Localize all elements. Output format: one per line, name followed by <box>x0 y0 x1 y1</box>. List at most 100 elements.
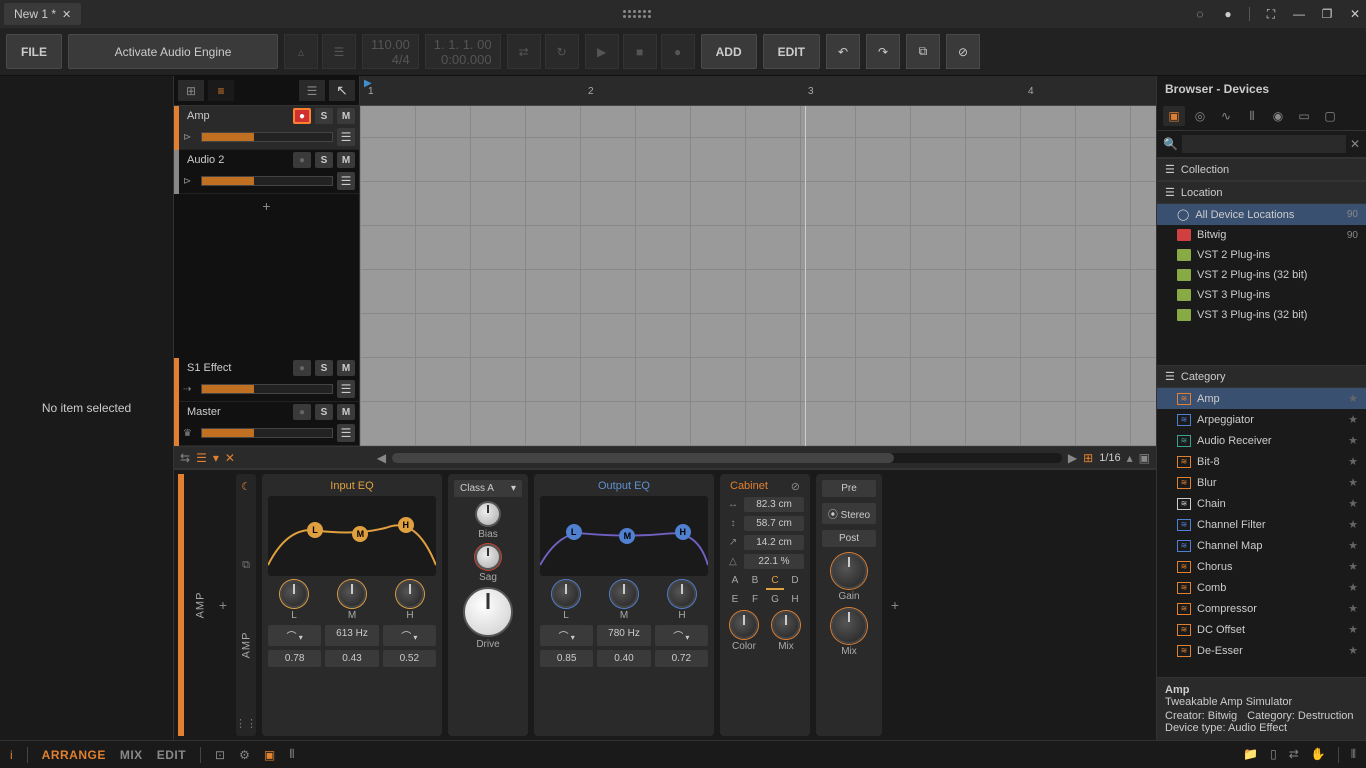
device-item[interactable]: ≋Chain★ <box>1157 493 1366 514</box>
eq-node-low[interactable]: L <box>307 522 323 538</box>
add-button[interactable]: ADD <box>701 34 757 69</box>
position-readout[interactable]: 1. 1. 1. 00 0:00.000 <box>425 34 501 69</box>
input-eq-low-val[interactable]: 0.78 <box>268 650 321 667</box>
collapse-icon[interactable]: ▾ <box>213 451 219 465</box>
input-eq-mid-knob[interactable] <box>338 580 366 608</box>
delete-icon[interactable]: ⊘ <box>946 34 980 69</box>
project-tab[interactable]: New 1 * ✕ <box>4 3 81 25</box>
output-eq-low-knob[interactable] <box>552 580 580 608</box>
cab-c[interactable]: C <box>766 573 784 590</box>
panel-toggle-1[interactable]: ⊡ <box>215 748 225 762</box>
solo-button[interactable]: S <box>315 404 333 420</box>
cab-g[interactable]: G <box>766 592 784 607</box>
minimize-icon[interactable]: — <box>1292 7 1306 21</box>
stop-icon[interactable]: ■ <box>623 34 657 69</box>
cab-a[interactable]: A <box>726 573 744 590</box>
close-window-icon[interactable]: ✕ <box>1348 7 1362 21</box>
amp-class-select[interactable]: Class A▾ <box>454 480 522 497</box>
input-eq-graph[interactable]: L M H <box>268 496 436 576</box>
output-eq-high-val[interactable]: 0.72 <box>655 650 708 667</box>
browser-tab-packages[interactable]: ▢ <box>1319 106 1341 126</box>
category-section[interactable]: ☰Category <box>1157 365 1366 388</box>
device-item[interactable]: ≋De-Esser★ <box>1157 640 1366 661</box>
eq-node-mid[interactable]: M <box>619 528 635 544</box>
undo-icon[interactable]: ↶ <box>826 34 860 69</box>
zoom-up-icon[interactable]: ▴ <box>1127 451 1133 465</box>
footer-page-icon[interactable]: ▯ <box>1270 747 1277 763</box>
favorite-icon[interactable]: ★ <box>1348 413 1358 426</box>
close-tab-icon[interactable]: ✕ <box>62 8 71 21</box>
redo-icon[interactable]: ↷ <box>866 34 900 69</box>
fullscreen-icon[interactable]: ⛶ <box>1264 7 1278 21</box>
metronome-icon[interactable]: ▵ <box>284 34 318 69</box>
maximize-icon[interactable]: ❐ <box>1320 7 1334 21</box>
add-device-left[interactable]: + <box>216 474 230 736</box>
mute-button[interactable]: M <box>337 404 355 420</box>
edit-button[interactable]: EDIT <box>763 34 820 69</box>
volume-slider[interactable] <box>201 428 333 438</box>
cab-depth[interactable]: 14.2 cm <box>744 535 804 550</box>
sag-knob[interactable] <box>475 544 501 570</box>
loop-marker[interactable] <box>805 106 806 446</box>
favorite-icon[interactable]: ★ <box>1348 455 1358 468</box>
timeline-grid[interactable] <box>360 106 1156 446</box>
favorite-icon[interactable]: ★ <box>1348 623 1358 636</box>
location-vst2[interactable]: VST 2 Plug-ins <box>1157 245 1366 265</box>
mute-button[interactable]: M <box>337 360 355 376</box>
tempo-readout[interactable]: 110.00 4/4 <box>362 34 419 69</box>
search-input[interactable] <box>1182 135 1346 153</box>
zoom-tool-icon[interactable]: ⊞ <box>1083 451 1093 465</box>
favorite-icon[interactable]: ★ <box>1348 497 1358 510</box>
activate-engine-button[interactable]: Activate Audio Engine <box>68 34 278 69</box>
location-vst3-32[interactable]: VST 3 Plug-ins (32 bit) <box>1157 305 1366 325</box>
device-power-icon[interactable]: ☾ <box>241 480 251 493</box>
stereo-button[interactable]: ⦿ Stereo <box>822 503 876 524</box>
location-section[interactable]: ☰Location <box>1157 181 1366 204</box>
input-eq-high-knob[interactable] <box>396 580 424 608</box>
eq-node-mid[interactable]: M <box>352 526 368 542</box>
location-vst3[interactable]: VST 3 Plug-ins <box>1157 285 1366 305</box>
output-eq-mid-val[interactable]: 0.40 <box>597 650 650 667</box>
browser-tab-music[interactable]: ◉ <box>1267 106 1289 126</box>
scroll-right-icon[interactable]: ▶ <box>1068 451 1077 465</box>
volume-slider[interactable] <box>201 384 333 394</box>
device-item[interactable]: ≋Channel Map★ <box>1157 535 1366 556</box>
output-eq-low-val[interactable]: 0.85 <box>540 650 593 667</box>
footer-mappings-icon[interactable]: ⇄ <box>1289 747 1299 763</box>
record-arm-button[interactable]: ● <box>293 360 311 376</box>
h-scrollbar[interactable] <box>392 453 1062 463</box>
clip-launcher-tab[interactable]: ⊞ <box>178 80 204 101</box>
edit-tab[interactable]: EDIT <box>157 748 186 762</box>
solo-button[interactable]: S <box>315 360 333 376</box>
cab-color-knob[interactable] <box>730 611 758 639</box>
pre-button[interactable]: Pre <box>822 480 876 497</box>
eq-node-high[interactable]: H <box>398 517 414 533</box>
panel-toggle-icon[interactable]: ▣ <box>1139 451 1150 465</box>
play-icon[interactable]: ▶ <box>585 34 619 69</box>
browser-tab-presets[interactable]: ◎ <box>1189 106 1211 126</box>
post-button[interactable]: Post <box>822 530 876 547</box>
track-master[interactable]: Master ● S M ♛ ☰ <box>179 402 359 446</box>
device-item[interactable]: ≋Arpeggiator★ <box>1157 409 1366 430</box>
prelisten-icon[interactable]: ☰ <box>322 34 356 69</box>
volume-slider[interactable] <box>201 132 333 142</box>
record-arm-button[interactable]: ● <box>293 404 311 420</box>
device-item[interactable]: ≋Amp★ <box>1157 388 1366 409</box>
input-eq-mid-val[interactable]: 0.43 <box>325 650 378 667</box>
automation-read-icon[interactable]: ↻ <box>545 34 579 69</box>
drive-knob[interactable] <box>463 587 513 637</box>
gain-knob[interactable] <box>831 553 867 589</box>
scroll-left-icon[interactable]: ◀ <box>377 451 386 465</box>
collection-section[interactable]: ☰Collection <box>1157 158 1366 181</box>
device-item[interactable]: ≋Audio Receiver★ <box>1157 430 1366 451</box>
record-arm-button[interactable]: ● <box>293 108 311 124</box>
favorite-icon[interactable]: ★ <box>1348 560 1358 573</box>
device-preset-icon[interactable]: ⧉ <box>242 559 250 572</box>
input-eq-low-knob[interactable] <box>280 580 308 608</box>
info-icon[interactable]: i <box>10 748 13 762</box>
low-shape-select[interactable]: ⌒ <box>268 625 321 646</box>
output-eq-mid-knob[interactable] <box>610 580 638 608</box>
browser-tab-files[interactable]: ▭ <box>1293 106 1315 126</box>
panel-toggle-2[interactable]: ⚙ <box>239 748 250 762</box>
output-eq-graph[interactable]: L M H <box>540 496 708 576</box>
